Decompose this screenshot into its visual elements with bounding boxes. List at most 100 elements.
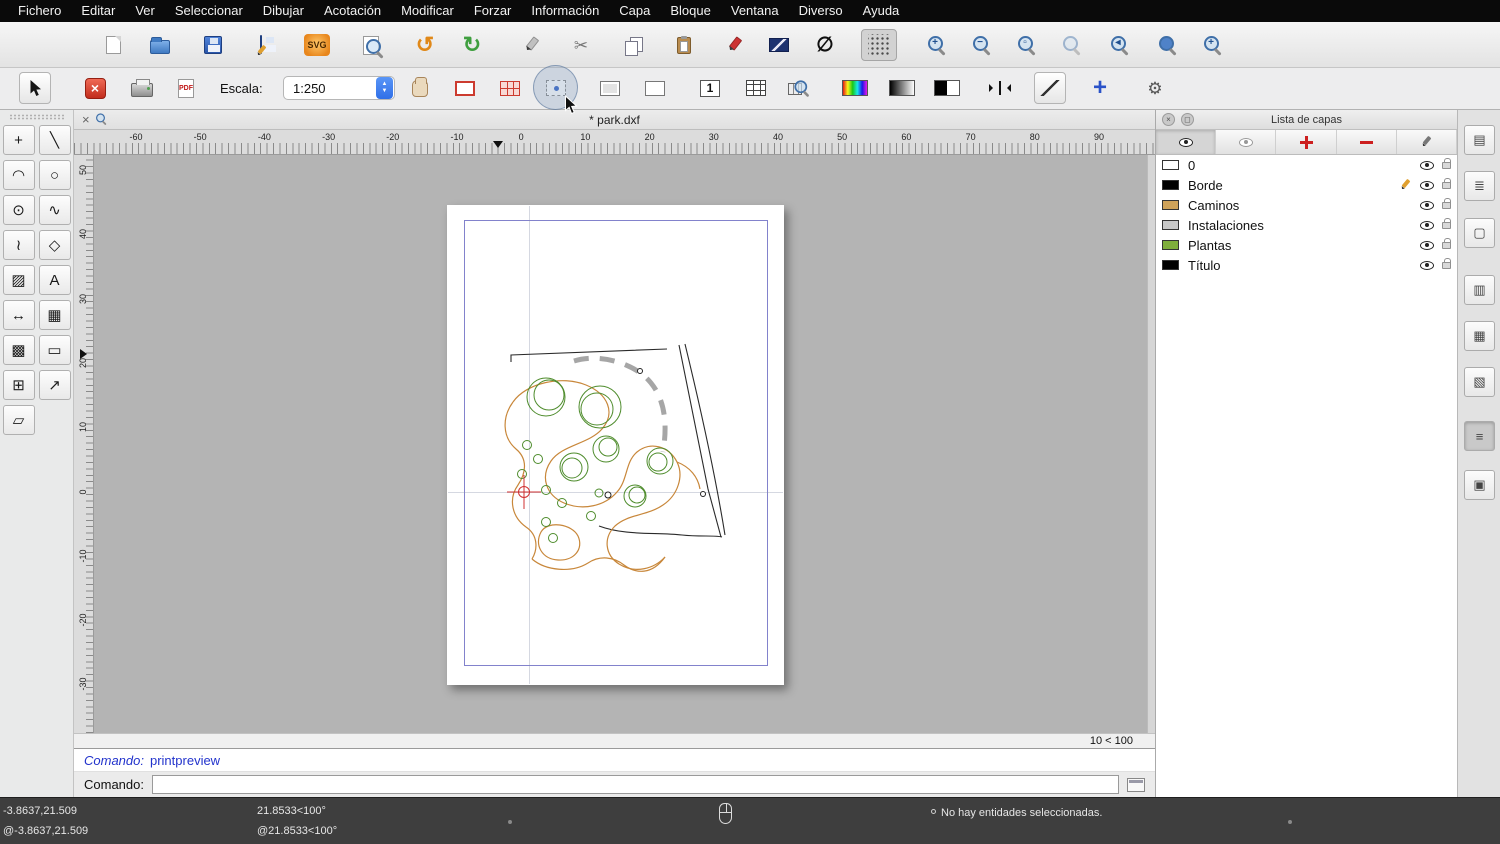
ellipse-tool[interactable]: ⊙	[3, 195, 35, 225]
close-drawing-icon[interactable]: ×	[82, 113, 90, 126]
redo-button[interactable]: ↻	[454, 29, 490, 61]
vertical-scrollbar[interactable]	[1147, 155, 1155, 733]
white-page-button[interactable]	[639, 72, 671, 104]
layer-visibility-icon[interactable]	[1420, 201, 1434, 210]
tab-zoom-icon[interactable]	[96, 113, 107, 126]
polyline-tool[interactable]: ≀	[3, 230, 35, 260]
pan-hand-button[interactable]	[404, 72, 436, 104]
multi-page-grid-button[interactable]	[494, 72, 526, 104]
full-color-button[interactable]	[839, 72, 871, 104]
layer-visibility-icon[interactable]	[1420, 221, 1434, 230]
zoom-out-button[interactable]: −	[964, 29, 1000, 61]
layer-row[interactable]: Plantas	[1156, 235, 1457, 255]
circle-tool[interactable]: ○	[39, 160, 71, 190]
close-preview-button[interactable]: ×	[79, 72, 111, 104]
menu-item[interactable]: Fichero	[8, 0, 71, 22]
page-grid-button[interactable]	[740, 72, 772, 104]
point-tool[interactable]: +	[3, 125, 35, 155]
undo-button[interactable]: ↺	[407, 29, 443, 61]
menu-item[interactable]: Capa	[609, 0, 660, 22]
print-button[interactable]	[126, 72, 158, 104]
shape-tool[interactable]: ◇	[39, 230, 71, 260]
drawing-canvas[interactable]	[94, 155, 1147, 733]
property-editor-panel-button[interactable]: ▤	[1464, 125, 1495, 155]
layer-row[interactable]: Instalaciones	[1156, 215, 1457, 235]
command-line-panel-button[interactable]: ≡	[1464, 421, 1495, 451]
layer-visibility-icon[interactable]	[1420, 181, 1434, 190]
arc-tool[interactable]: ◠	[3, 160, 35, 190]
layer-lock-icon[interactable]	[1442, 182, 1451, 189]
zoom-page-button[interactable]	[784, 72, 816, 104]
command-input[interactable]	[152, 775, 1119, 794]
settings-button[interactable]: ⚙	[1139, 72, 1171, 104]
line-weight-button[interactable]	[984, 72, 1016, 104]
dimension-tool[interactable]: ↔	[3, 300, 35, 330]
block-list-panel-button[interactable]: ▢	[1464, 218, 1495, 248]
library-browser-panel-button[interactable]: ▧	[1464, 367, 1495, 397]
layer-lock-icon[interactable]	[1442, 242, 1451, 249]
menu-item[interactable]: Ver	[125, 0, 165, 22]
panel-detach-icon[interactable]: ◻	[1181, 113, 1194, 126]
paste-button[interactable]	[666, 29, 702, 61]
layer-lock-icon[interactable]	[1442, 162, 1451, 169]
menu-item[interactable]: Bloque	[660, 0, 720, 22]
hatch-tool[interactable]: ▨	[3, 265, 35, 295]
zoom-window-button[interactable]	[1150, 29, 1186, 61]
selection-filter-panel-button[interactable]: ▦	[1464, 321, 1495, 351]
image-tool[interactable]: ▦	[39, 300, 71, 330]
copy-button[interactable]	[615, 29, 651, 61]
clipboard-panel-button[interactable]: ▣	[1464, 470, 1495, 500]
single-page-button[interactable]: 1	[694, 72, 726, 104]
clear-selection-button[interactable]: ∅	[807, 29, 843, 61]
fill-tool[interactable]: ▩	[3, 335, 35, 365]
open-file-button[interactable]	[142, 29, 178, 61]
view-list-panel-button[interactable]: ▥	[1464, 275, 1495, 305]
hairline-button[interactable]	[1034, 72, 1066, 104]
pan-zoom-button[interactable]: +	[1195, 29, 1231, 61]
save-as-button[interactable]	[243, 29, 279, 61]
black-white-button[interactable]	[931, 72, 963, 104]
edit-layer-button[interactable]	[1397, 130, 1457, 154]
block-tool[interactable]: ⊞	[3, 370, 35, 400]
layer-lock-icon[interactable]	[1442, 222, 1451, 229]
svg-export-button[interactable]: SVG	[299, 29, 335, 61]
console-detach-icon[interactable]	[1127, 778, 1145, 792]
menu-item[interactable]: Ayuda	[853, 0, 910, 22]
menu-item[interactable]: Editar	[71, 0, 125, 22]
hide-all-layers-button[interactable]	[1216, 130, 1276, 154]
menu-item[interactable]: Modificar	[391, 0, 464, 22]
layer-lock-icon[interactable]	[1442, 202, 1451, 209]
layer-row[interactable]: Borde	[1156, 175, 1457, 195]
crosshair-button[interactable]: +	[1084, 72, 1116, 104]
edit-pencil-button[interactable]	[512, 29, 548, 61]
pdf-export-button[interactable]: PDF	[170, 72, 202, 104]
layer-row[interactable]: Título	[1156, 255, 1457, 275]
gray-page-button[interactable]	[594, 72, 626, 104]
panel-close-icon[interactable]: ×	[1162, 113, 1175, 126]
auto-zoom-button[interactable]: ▫	[1009, 29, 1045, 61]
paint-brush-button[interactable]	[715, 29, 751, 61]
zoom-in-button[interactable]: +	[919, 29, 955, 61]
layer-visibility-icon[interactable]	[1420, 261, 1434, 270]
layer-list-panel-button[interactable]: ≣	[1464, 171, 1495, 201]
fit-drawing-button[interactable]	[540, 72, 572, 104]
print-preview-button[interactable]	[353, 29, 389, 61]
menu-item[interactable]: Acotación	[314, 0, 391, 22]
show-all-layers-button[interactable]	[1156, 130, 1216, 154]
paper-frame-button[interactable]	[449, 72, 481, 104]
menu-item[interactable]: Ventana	[721, 0, 789, 22]
line-tool[interactable]: ╲	[39, 125, 71, 155]
solid-tool[interactable]: ▱	[3, 405, 35, 435]
stepper-icon[interactable]: ▲▼	[376, 77, 393, 99]
layer-row[interactable]: Caminos	[1156, 195, 1457, 215]
text-tool[interactable]: A	[39, 265, 71, 295]
menu-item[interactable]: Seleccionar	[165, 0, 253, 22]
spline-tool[interactable]: ∿	[39, 195, 71, 225]
snap-tool[interactable]: ↗	[39, 370, 71, 400]
save-button[interactable]	[195, 29, 231, 61]
layer-lock-icon[interactable]	[1442, 262, 1451, 269]
menu-item[interactable]: Diverso	[789, 0, 853, 22]
palette-drag-handle[interactable]	[9, 114, 64, 120]
add-layer-button[interactable]	[1276, 130, 1336, 154]
menu-item[interactable]: Forzar	[464, 0, 522, 22]
